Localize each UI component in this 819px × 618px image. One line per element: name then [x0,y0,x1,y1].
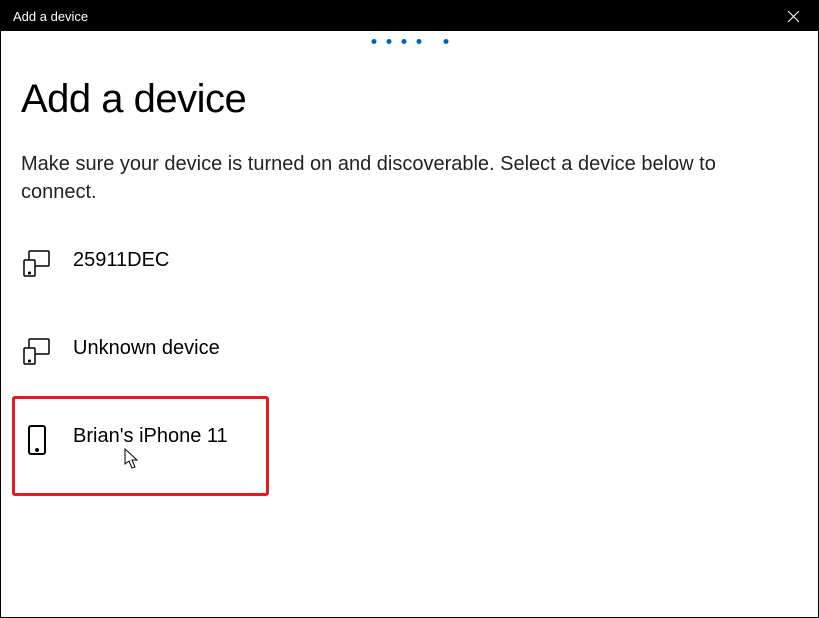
page-title: Add a device [21,77,798,122]
device-item[interactable]: 25911DEC [21,244,798,284]
page-subtitle: Make sure your device is turned on and d… [21,150,761,206]
device-label: Unknown device [73,336,220,360]
device-label: 25911DEC [73,248,169,272]
display-icon [21,248,53,280]
display-icon [21,336,53,368]
progress-indicator [371,39,448,44]
device-item[interactable]: Unknown device [21,332,798,372]
close-button[interactable] [778,1,808,31]
phone-icon [21,424,53,456]
device-list: 25911DEC Unknown device Brian's iPhone 1… [21,244,798,460]
close-icon [787,10,800,23]
dialog-content: Add a device Make sure your device is tu… [1,31,818,480]
device-label: Brian's iPhone 11 [73,424,228,448]
device-item[interactable]: Brian's iPhone 11 [21,420,798,460]
titlebar: Add a device [1,1,818,31]
titlebar-title: Add a device [13,9,88,24]
